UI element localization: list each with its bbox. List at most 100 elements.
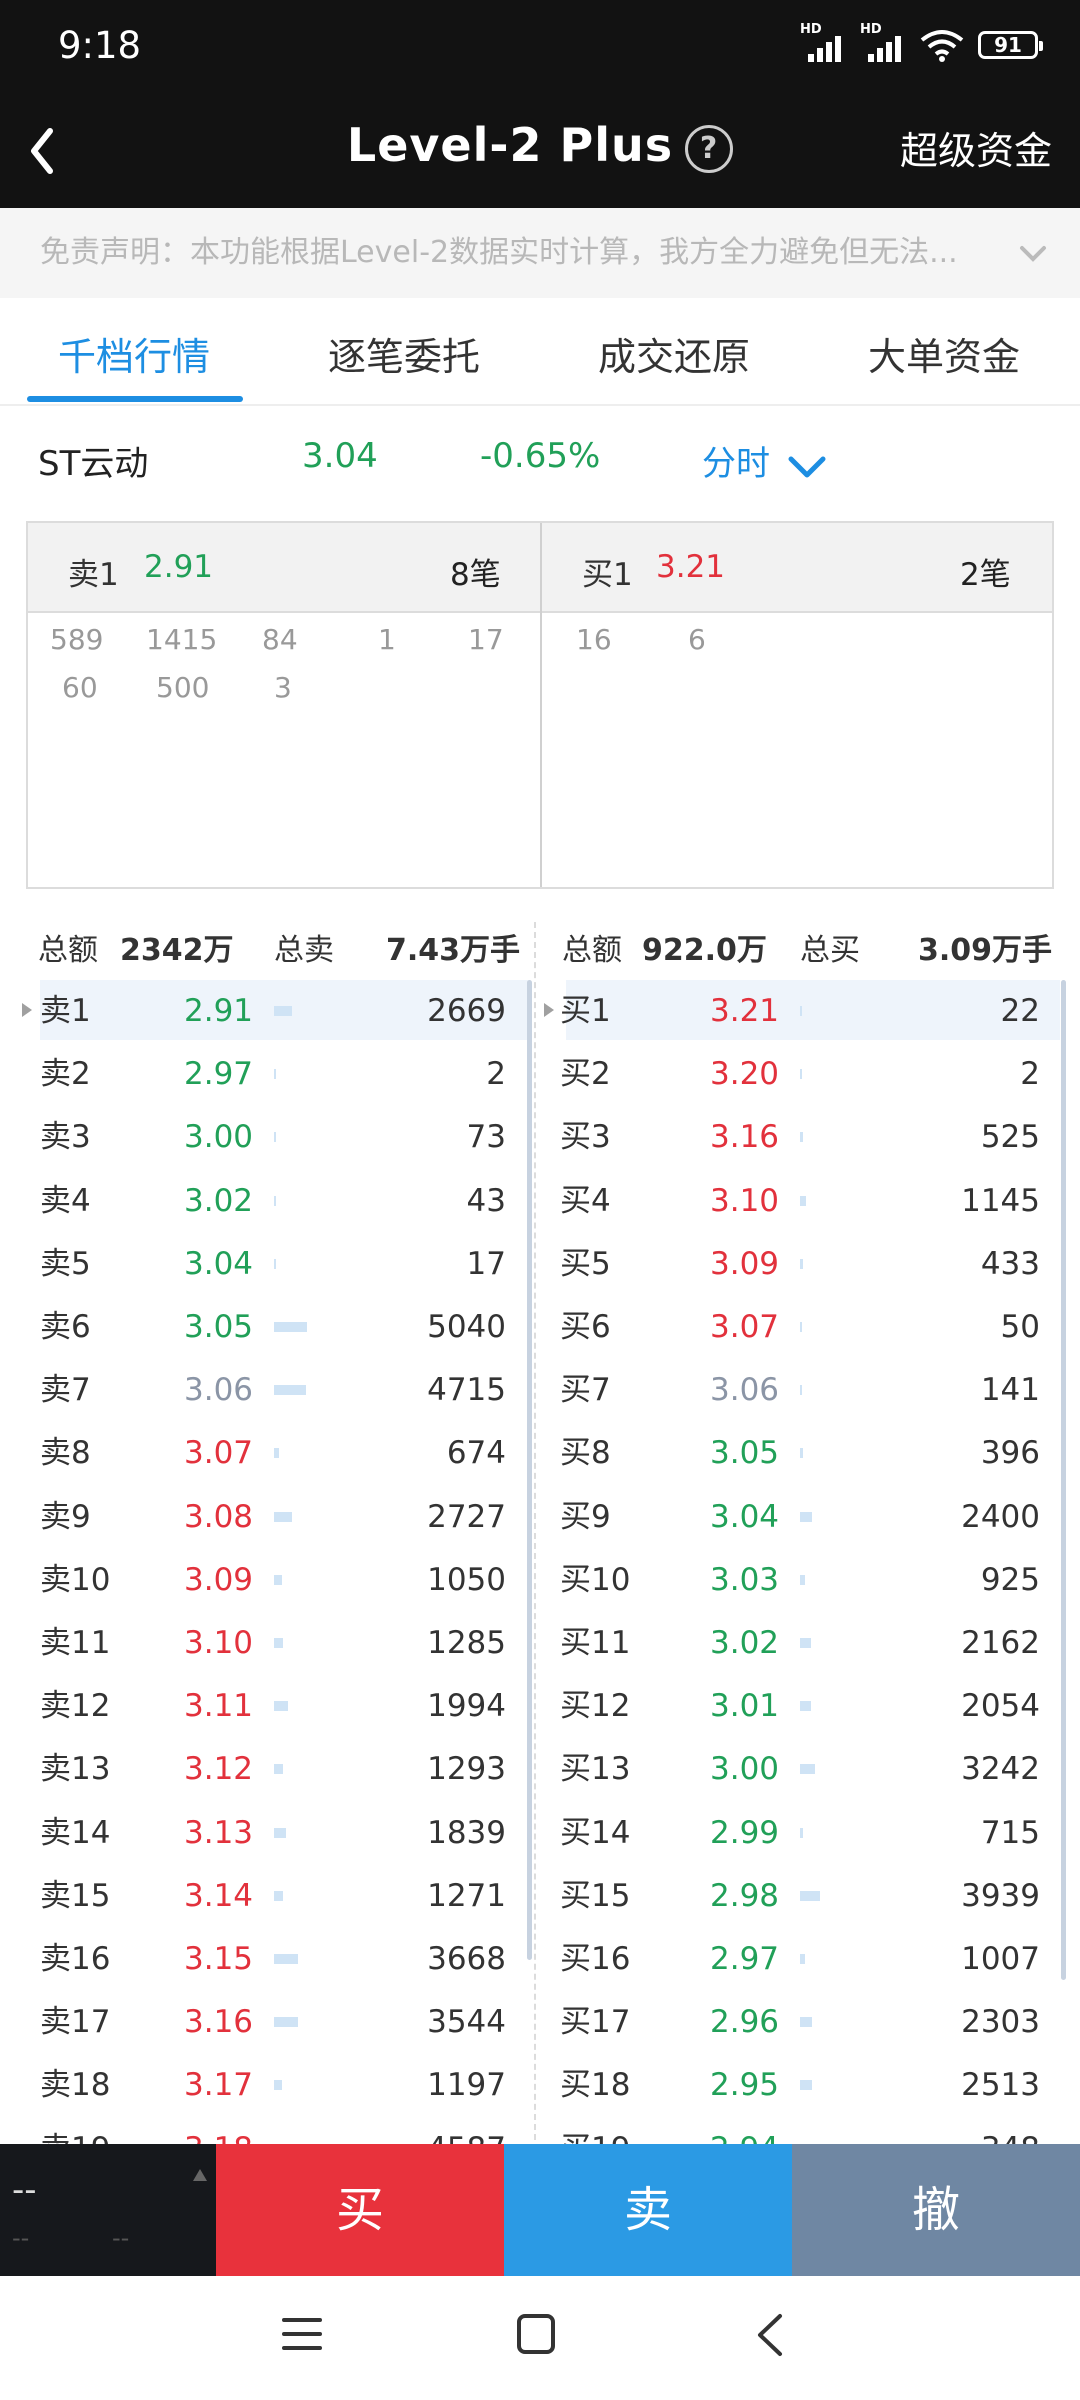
buy-level-row[interactable]: 买9 3.04 2400 <box>0 1486 1080 1549</box>
buy-level-volume: 2054 <box>961 1688 1040 1725</box>
buy-volume-bar <box>800 1701 811 1712</box>
buy-level-volume: 3242 <box>961 1751 1040 1788</box>
buy-button[interactable]: 买 <box>216 2144 504 2276</box>
buy-level-row[interactable]: 买7 3.06 141 <box>0 1359 1080 1422</box>
buy-volume-bar <box>800 1954 805 1964</box>
tab-bar: 千档行情 逐笔委托 成交还原 大单资金 <box>0 300 1080 406</box>
back-icon[interactable] <box>752 2312 788 2358</box>
buy-level-row[interactable]: 买1 3.21 22 <box>0 980 1080 1043</box>
menu-icon[interactable] <box>282 2314 322 2354</box>
buy-level-row[interactable]: 买8 3.05 396 <box>0 1422 1080 1485</box>
tab-trade-restore[interactable]: 成交还原 <box>598 326 750 381</box>
sell-order: 589 <box>50 623 104 656</box>
sell-total-amount: 2342万 <box>120 933 234 968</box>
chevron-down-icon <box>788 456 826 477</box>
buy-level-volume: 2513 <box>961 2067 1040 2104</box>
buy-level-row[interactable]: 买14 2.99 715 <box>0 1802 1080 1865</box>
buy-level-price: 2.96 <box>710 2004 780 2041</box>
buy-level-row[interactable]: 买13 3.00 3242 <box>0 1738 1080 1801</box>
buy-volume-bar <box>800 1258 803 1269</box>
buy-level-price: 2.98 <box>710 1877 780 1914</box>
tab-big-order-funds[interactable]: 大单资金 <box>868 326 1020 381</box>
buy-level-row[interactable]: 买4 3.10 1145 <box>0 1170 1080 1233</box>
quantity-value: -- <box>12 2170 37 2210</box>
system-nav-bar <box>0 2276 1080 2400</box>
buy-level-price: 3.04 <box>710 1498 780 1535</box>
buy-volume-bar <box>800 1574 805 1585</box>
chevron-down-icon[interactable] <box>1018 238 1048 268</box>
buy-level-label: 买13 <box>560 1751 631 1788</box>
buy-level-label: 买4 <box>560 1182 611 1219</box>
super-funds-link[interactable]: 超级资金 <box>900 120 1052 175</box>
buy-level-row[interactable]: 买5 3.09 433 <box>0 1233 1080 1296</box>
buy-level-volume: 22 <box>1000 993 1040 1029</box>
buy-level-price: 3.07 <box>710 1309 780 1345</box>
buy-volume-bar <box>800 2017 812 2028</box>
help-icon[interactable]: ? <box>685 124 734 173</box>
buy-scrollbar[interactable] <box>1061 980 1066 1980</box>
buy-volume-bar <box>800 1638 811 1648</box>
buy-level-volume: 50 <box>1000 1309 1040 1345</box>
buy-level-price: 3.20 <box>710 1056 780 1093</box>
sell-button[interactable]: 卖 <box>504 2144 792 2276</box>
buy-level-label: 买16 <box>560 1941 631 1977</box>
buy-level-label: 买10 <box>560 1561 631 1598</box>
buy-level-row[interactable]: 买17 2.96 2303 <box>0 1991 1080 2054</box>
wifi-icon <box>920 30 964 62</box>
buy-level-row[interactable]: 买6 3.07 50 <box>0 1296 1080 1359</box>
buy-order: 6 <box>688 623 706 656</box>
quantity-sub-left: -- <box>12 2224 30 2252</box>
tab-order-by-order[interactable]: 逐笔委托 <box>328 326 480 381</box>
buy-level-row[interactable]: 买2 3.20 2 <box>0 1043 1080 1106</box>
buy-level-label: 买7 <box>560 1372 611 1409</box>
quantity-sub-right: -- <box>112 2224 130 2252</box>
triangle-up-icon <box>193 2169 207 2181</box>
buy-level-price: 2.97 <box>710 1941 780 1977</box>
buy-level-row[interactable]: 买18 2.95 2513 <box>0 2054 1080 2117</box>
buy-volume-bar <box>800 1385 802 1396</box>
buy-level-price: 3.09 <box>710 1245 780 1282</box>
quantity-panel[interactable]: -- -- -- <box>0 2144 216 2276</box>
buy-level-row[interactable]: 买16 2.97 1007 <box>0 1928 1080 1991</box>
stock-price: 3.04 <box>302 436 378 476</box>
queue-divider <box>540 523 542 887</box>
sell-total-label: 总卖 <box>274 933 334 968</box>
buy-total-amount-label: 总额 <box>562 933 622 968</box>
buy-level-label: 买12 <box>560 1688 631 1725</box>
buy-level-volume: 433 <box>980 1245 1040 1282</box>
buy-total-amount: 922.0万 <box>642 933 767 968</box>
buy-level-label: 买1 <box>560 993 611 1029</box>
buy-level-price: 2.99 <box>710 1814 780 1851</box>
buy-level-row[interactable]: 买11 3.02 2162 <box>0 1612 1080 1675</box>
buy-level-price: 3.10 <box>710 1182 780 1219</box>
buy-level-price: 3.03 <box>710 1561 780 1598</box>
sell-scrollbar[interactable] <box>527 980 532 1960</box>
active-tab-underline <box>27 396 243 402</box>
buy-level-price: 3.05 <box>710 1435 780 1472</box>
buy-level-label: 买15 <box>560 1877 631 1914</box>
home-icon[interactable] <box>516 2312 556 2356</box>
sell-order: 17 <box>468 623 504 656</box>
disclaimer-banner[interactable]: 免责声明：本功能根据Level-2数据实时计算，我方全力避免但无法... <box>0 208 1080 298</box>
buy-level-label: 买8 <box>560 1435 611 1472</box>
tab-thousand-levels[interactable]: 千档行情 <box>58 326 210 381</box>
sell-order: 60 <box>62 671 98 704</box>
buy-level-row[interactable]: 买15 2.98 3939 <box>0 1865 1080 1928</box>
buy-level-price: 3.00 <box>710 1751 780 1788</box>
buy-level-volume: 2303 <box>961 2004 1040 2041</box>
buy-level-label: 买9 <box>560 1498 611 1535</box>
buy-volume-bar <box>800 1827 803 1838</box>
level2-queue-panel: 卖1 2.91 8笔 买1 3.21 2笔 589 1415 84 1 17 6… <box>26 521 1054 889</box>
buy-level-row[interactable]: 买3 3.16 525 <box>0 1106 1080 1169</box>
buy-volume-bar <box>800 1006 802 1016</box>
buy-level-price: 2.95 <box>710 2067 780 2104</box>
period-selector[interactable]: 分时 <box>702 436 827 485</box>
buy-level-label: 买3 <box>560 1119 611 1156</box>
cancel-order-button[interactable]: 撤 <box>792 2144 1080 2276</box>
buy-level-row[interactable]: 买10 3.03 925 <box>0 1549 1080 1612</box>
buy-level-row[interactable]: 买12 3.01 2054 <box>0 1675 1080 1738</box>
buy-level-volume: 1007 <box>961 1941 1040 1977</box>
status-time: 9:18 <box>58 24 142 67</box>
buy-level-label: 买17 <box>560 2004 631 2041</box>
buy-level-price: 3.02 <box>710 1625 780 1661</box>
